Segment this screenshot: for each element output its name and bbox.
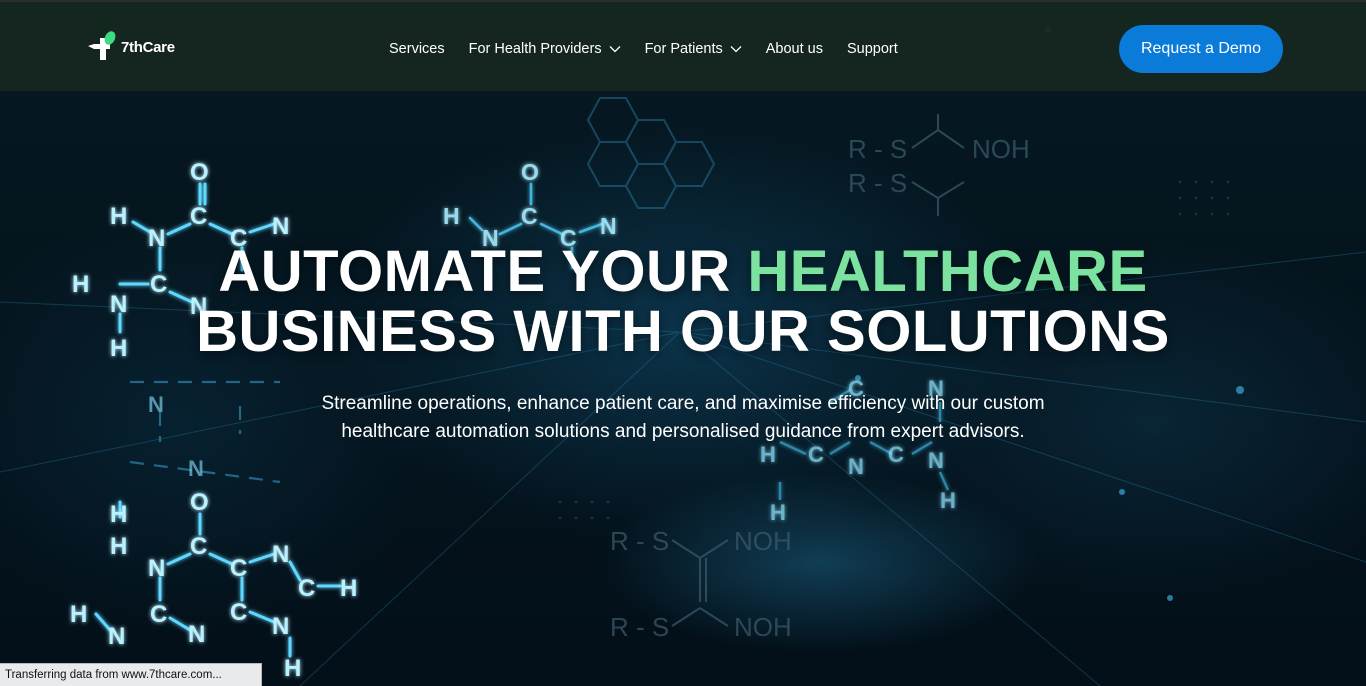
- nav-links: Services For Health Providers For Patien…: [389, 38, 922, 60]
- nav-support-label: Support: [847, 41, 898, 57]
- nav-support[interactable]: Support: [847, 41, 898, 57]
- svg-text:H: H: [770, 500, 786, 525]
- svg-text:N: N: [272, 613, 289, 640]
- svg-text:C: C: [298, 575, 315, 602]
- svg-text:C: C: [190, 203, 207, 230]
- svg-text:H: H: [110, 533, 127, 560]
- svg-text:O: O: [521, 159, 539, 185]
- svg-text:N: N: [148, 392, 164, 417]
- headline-line2: BUSINESS WITH OUR SOLUTIONS: [196, 299, 1170, 364]
- nav-about-us-label: About us: [765, 41, 823, 57]
- svg-text:C: C: [230, 599, 247, 626]
- top-navbar: 7thCare Services For Health Providers Fo…: [0, 2, 1366, 91]
- chevron-down-icon: [730, 46, 742, 53]
- nav-services-label: Services: [389, 41, 445, 57]
- svg-text:NOH: NOH: [734, 526, 792, 556]
- svg-text:N: N: [188, 621, 205, 648]
- headline-accent: HEALTHCARE: [747, 239, 1148, 304]
- brand-name: 7thCare: [121, 38, 175, 56]
- nav-about-us[interactable]: About us: [766, 41, 823, 57]
- svg-text:H: H: [110, 203, 127, 230]
- svg-text:N: N: [272, 213, 289, 240]
- browser-status-bar: Transferring data from www.7thcare.com..…: [0, 663, 262, 686]
- request-demo-button[interactable]: Request a Demo: [1119, 25, 1283, 73]
- svg-text:C: C: [190, 533, 207, 560]
- nav-for-health-providers-label: For Health Providers: [468, 41, 602, 57]
- nav-services[interactable]: Services: [389, 41, 445, 57]
- svg-text:N: N: [272, 541, 289, 568]
- svg-text:N: N: [600, 213, 617, 239]
- brand-logo[interactable]: 7thCare: [86, 30, 175, 66]
- cross-leaf-icon: [88, 31, 116, 60]
- svg-text:N: N: [148, 555, 165, 582]
- svg-text:R - S: R - S: [848, 134, 907, 164]
- svg-text:R - S: R - S: [610, 526, 669, 556]
- svg-text:H: H: [340, 575, 357, 602]
- svg-text:H: H: [284, 655, 301, 682]
- svg-text:O: O: [190, 159, 209, 186]
- svg-text:H: H: [940, 488, 956, 513]
- svg-text:C: C: [521, 203, 538, 229]
- svg-text:H: H: [443, 203, 460, 229]
- svg-text:C: C: [150, 601, 167, 628]
- hero-subtext: Streamline operations, enhance patient c…: [321, 393, 1045, 442]
- hero-headline: AUTOMATE YOUR HEALTHCARE BUSINESS WITH O…: [0, 242, 1366, 362]
- svg-text:H: H: [110, 501, 127, 528]
- svg-text:NOH: NOH: [734, 612, 792, 642]
- svg-text:N: N: [928, 448, 944, 473]
- svg-text:H: H: [70, 601, 87, 628]
- svg-text:R - S: R - S: [848, 168, 907, 198]
- nav-for-health-providers[interactable]: For Health Providers: [469, 41, 621, 57]
- hero-section: O C N C N H C H N H N O C N C N H C C C …: [0, 2, 1366, 686]
- nav-for-patients[interactable]: For Patients: [645, 41, 742, 57]
- svg-text:N: N: [848, 454, 864, 479]
- svg-text:N: N: [188, 456, 204, 481]
- svg-text:NOH: NOH: [972, 134, 1030, 164]
- headline-part1: AUTOMATE YOUR: [218, 239, 748, 304]
- svg-text:C: C: [230, 555, 247, 582]
- svg-text:R - S: R - S: [610, 612, 669, 642]
- chevron-down-icon: [609, 46, 621, 53]
- nav-for-patients-label: For Patients: [644, 41, 723, 57]
- svg-text:N: N: [108, 623, 125, 650]
- svg-text:O: O: [190, 489, 209, 516]
